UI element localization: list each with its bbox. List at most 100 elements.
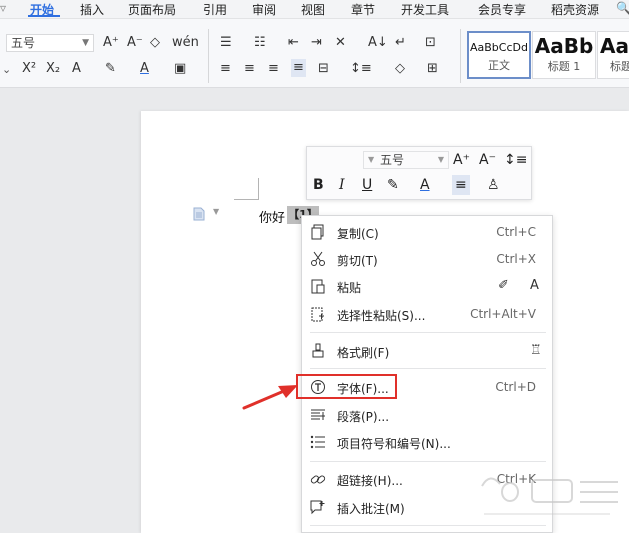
menu-item-label: 段落(P)...	[337, 410, 390, 424]
italic-button[interactable]: I	[339, 175, 345, 195]
tab-developer-tools[interactable]: 开发工具	[401, 1, 449, 18]
tab-references[interactable]: 引用	[203, 1, 227, 18]
tab-review[interactable]: 审阅	[252, 1, 276, 18]
paste-icon	[311, 279, 325, 294]
align-icon[interactable]: ≡	[452, 175, 470, 195]
menu-item-paragraph[interactable]: 段落(P)...	[302, 402, 552, 428]
line-spacing-icon[interactable]: ↕≡	[504, 150, 527, 170]
crop-mark	[258, 178, 259, 200]
mini-font-size-combo[interactable]: ▼ 五号 ▼	[363, 151, 449, 169]
highlight-icon[interactable]: ✎	[387, 175, 399, 195]
line-spacing-icon[interactable]: ↕≡	[350, 60, 372, 78]
insert-comment-icon	[310, 500, 325, 515]
superscript-icon[interactable]: X²	[22, 60, 36, 78]
text-effect-icon[interactable]: A	[72, 60, 81, 78]
shrink-font-icon[interactable]: A⁻	[479, 150, 496, 170]
menu-item-shortcut: Ctrl+X	[496, 252, 536, 266]
align-center-icon[interactable]: ≡	[244, 60, 255, 78]
pointer-arrow-icon	[242, 385, 298, 410]
style-heading-1[interactable]: AaBb 标题 1	[532, 31, 596, 79]
subscript-icon[interactable]: X₂	[46, 60, 60, 78]
distributed-icon[interactable]: ⊟	[318, 60, 329, 78]
font-color-icon[interactable]: A	[140, 60, 149, 78]
crop-mark	[234, 199, 258, 200]
highlight-box	[296, 374, 397, 399]
format-painter-icon[interactable]: ♙	[487, 175, 500, 195]
tab-member-exclusive[interactable]: 会员专享	[478, 1, 526, 18]
sort-icon[interactable]: A↓	[368, 34, 388, 52]
menu-item-format-painter[interactable]: 格式刷(F) ♖	[302, 338, 552, 364]
borders-icon[interactable]: ⊞	[427, 60, 438, 78]
menu-tab-bar: ▿ 开始 插入 页面布局 引用 审阅 视图 章节 开发工具 会员专享 稻壳资源 …	[0, 0, 629, 19]
decrease-indent-icon[interactable]: ⇤	[288, 34, 299, 52]
justify-icon[interactable]: ≡	[291, 59, 306, 77]
chinese-layout-icon[interactable]: ✕	[335, 34, 346, 52]
menu-chevron-icon[interactable]: ▿	[0, 1, 6, 15]
menu-item-label: 格式刷(F)	[337, 346, 390, 360]
align-right-icon[interactable]: ≡	[268, 60, 279, 78]
chevron-down-icon: ▼	[82, 38, 89, 48]
tab-docer-resources[interactable]: 稻壳资源	[551, 1, 599, 18]
tab-page-layout[interactable]: 页面布局	[128, 1, 176, 18]
chevron-down-icon: ▼	[213, 207, 220, 216]
menu-item-label: 选择性粘贴(S)...	[337, 309, 426, 323]
menu-separator	[310, 525, 546, 526]
format-dropdown-icon[interactable]: ⌄	[2, 61, 11, 79]
shrink-font-icon[interactable]: A⁻	[127, 34, 143, 52]
show-marks-icon[interactable]: ↵	[395, 34, 406, 52]
menu-item-label: 剪切(T)	[337, 254, 378, 268]
font-size-value: 五号	[11, 36, 36, 50]
grow-font-icon[interactable]: A⁺	[453, 150, 470, 170]
menu-item-shortcut: Ctrl+Alt+V	[470, 307, 536, 321]
tab-view[interactable]: 视图	[301, 1, 325, 18]
style-sample: AaB	[600, 34, 629, 58]
mini-toolbar: ▼ 五号 ▼ A⁺ A⁻ ↕≡ B I U ✎ A ≡ ♙	[306, 146, 532, 200]
search-icon[interactable]: 🔍	[616, 1, 629, 15]
bullets-icon[interactable]: ☰	[220, 34, 232, 52]
numbering-icon[interactable]: ☷	[254, 34, 266, 52]
menu-item-cut[interactable]: 剪切(T) Ctrl+X	[302, 246, 552, 272]
align-left-icon[interactable]: ≡	[220, 60, 231, 78]
menu-item-shortcut: Ctrl+C	[496, 225, 536, 239]
paragraph-marker-icon[interactable]	[193, 207, 205, 221]
menu-item-paste-special[interactable]: 选择性粘贴(S)... Ctrl+Alt+V	[302, 301, 552, 327]
menu-item-label: 项目符号和编号(N)...	[337, 437, 451, 451]
style-heading[interactable]: AaB 标题	[597, 31, 629, 79]
menu-item-paste[interactable]: 粘贴 ✐ A	[302, 273, 552, 299]
copy-icon	[311, 224, 324, 240]
paste-keep-format-icon[interactable]: ✐	[498, 278, 509, 293]
underline-button[interactable]: U	[362, 175, 372, 195]
paste-text-only-icon[interactable]: A	[530, 278, 539, 293]
menu-item-label: 插入批注(M)	[337, 502, 405, 516]
style-sample: AaBbCcDd	[470, 41, 528, 54]
menu-separator	[310, 461, 546, 462]
menu-item-bullets-numbering[interactable]: 项目符号和编号(N)...	[302, 429, 552, 455]
increase-indent-icon[interactable]: ⇥	[311, 34, 322, 52]
bold-button[interactable]: B	[313, 175, 324, 195]
style-sample: AaBb	[534, 34, 594, 58]
document-text[interactable]: 你好	[259, 207, 285, 226]
baidu-jingyan-watermark	[481, 477, 618, 515]
tab-chapter[interactable]: 章节	[351, 1, 375, 18]
menu-item-label: 复制(C)	[337, 227, 379, 241]
style-normal[interactable]: AaBbCcDd 正文	[467, 31, 531, 79]
grow-font-icon[interactable]: A⁺	[103, 34, 119, 52]
phonetic-guide-icon[interactable]: wén	[172, 34, 199, 52]
chevron-down-icon: ▼	[437, 155, 444, 164]
paste-special-icon	[311, 307, 324, 322]
active-tab-indicator	[28, 15, 60, 17]
ribbon-divider	[208, 29, 209, 83]
format-painter-lock-icon[interactable]: ♖	[530, 343, 542, 358]
menu-item-shortcut: Ctrl+D	[495, 380, 536, 394]
style-name: 正文	[488, 59, 510, 72]
font-color-button[interactable]: A	[420, 175, 430, 195]
tab-insert[interactable]: 插入	[80, 1, 104, 18]
shading-icon[interactable]: ◇	[395, 60, 405, 78]
paragraph-icon	[311, 409, 325, 420]
highlight-icon[interactable]: ✎	[105, 60, 116, 78]
table-layout-icon[interactable]: ⊡	[425, 34, 436, 52]
menu-item-copy[interactable]: 复制(C) Ctrl+C	[302, 219, 552, 245]
font-size-combo[interactable]: 五号 ▼	[6, 34, 94, 52]
char-shading-icon[interactable]: ▣	[174, 60, 186, 78]
clear-format-icon[interactable]: ◇	[150, 34, 160, 52]
